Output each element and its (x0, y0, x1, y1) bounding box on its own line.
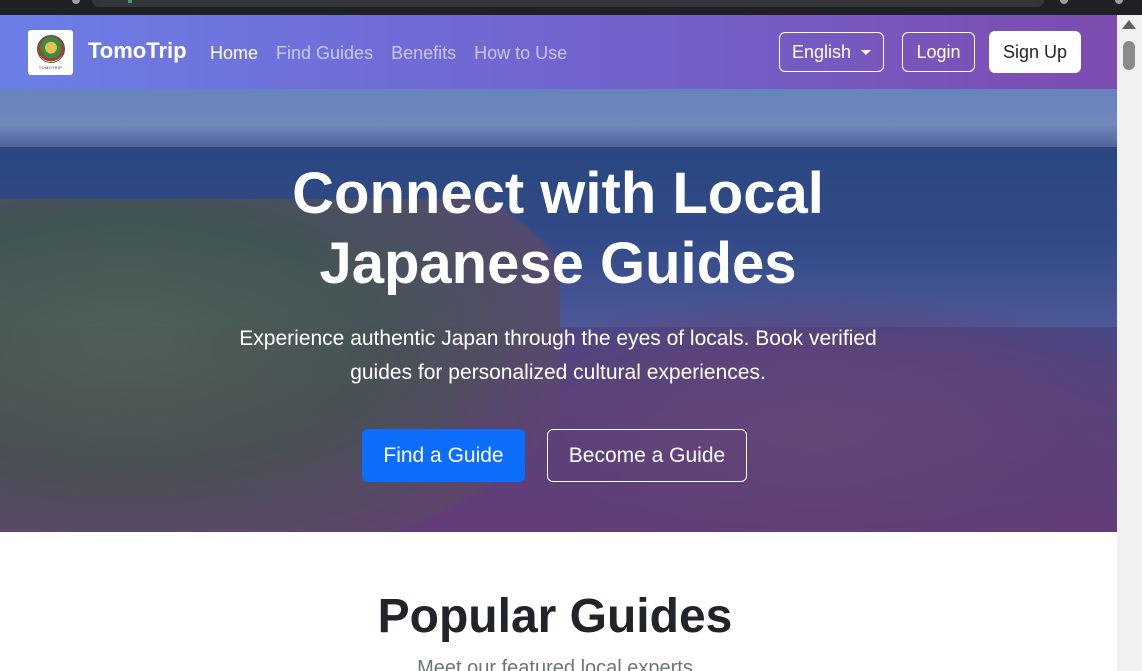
extension-icon[interactable] (1060, 0, 1068, 4)
nav-link-benefits[interactable]: Benefits (391, 43, 456, 64)
browser-chrome (0, 0, 1142, 15)
hero-title: Connect with Local Japanese Guides (292, 161, 824, 296)
become-guide-button[interactable]: Become a Guide (547, 429, 747, 482)
logo-text: TOMOTRIP (38, 65, 63, 70)
login-button[interactable]: Login (902, 32, 975, 72)
nav-link-home[interactable]: Home (210, 43, 258, 64)
hero-subtitle: Experience authentic Japan through the e… (239, 327, 877, 384)
language-label: English (791, 41, 852, 62)
popular-guides-subtitle: Meet our featured local experts (417, 657, 693, 671)
vertical-scrollbar[interactable] (1117, 15, 1142, 671)
scroll-up-arrow-icon[interactable] (1122, 20, 1136, 29)
navbar: TOMOTRIP TomoTrip Home Find Guides Benef… (0, 15, 1117, 89)
find-guide-button[interactable]: Find a Guide (362, 429, 525, 482)
address-bar[interactable] (92, 0, 1044, 7)
language-dropdown[interactable]: English (779, 32, 884, 72)
logo-emblem-icon (36, 35, 65, 63)
reload-icon[interactable] (72, 0, 80, 4)
signup-button[interactable]: Sign Up (989, 31, 1081, 73)
secure-icon (128, 0, 132, 3)
brand-name[interactable]: TomoTrip (88, 38, 187, 64)
caret-down-icon (861, 49, 872, 55)
popular-guides-title: Popular Guides (377, 590, 733, 643)
nav-links: Home Find Guides Benefits How to Use (210, 43, 567, 64)
site-logo[interactable]: TOMOTRIP (28, 30, 73, 75)
page: TOMOTRIP TomoTrip Home Find Guides Benef… (0, 15, 1117, 671)
nav-link-how-to-use[interactable]: How to Use (474, 43, 567, 64)
scrollbar-thumb[interactable] (1123, 41, 1135, 70)
menu-icon[interactable] (1115, 0, 1123, 4)
hero-section: Connect with Local Japanese Guides Exper… (0, 89, 1117, 532)
nav-link-find-guides[interactable]: Find Guides (276, 43, 373, 64)
